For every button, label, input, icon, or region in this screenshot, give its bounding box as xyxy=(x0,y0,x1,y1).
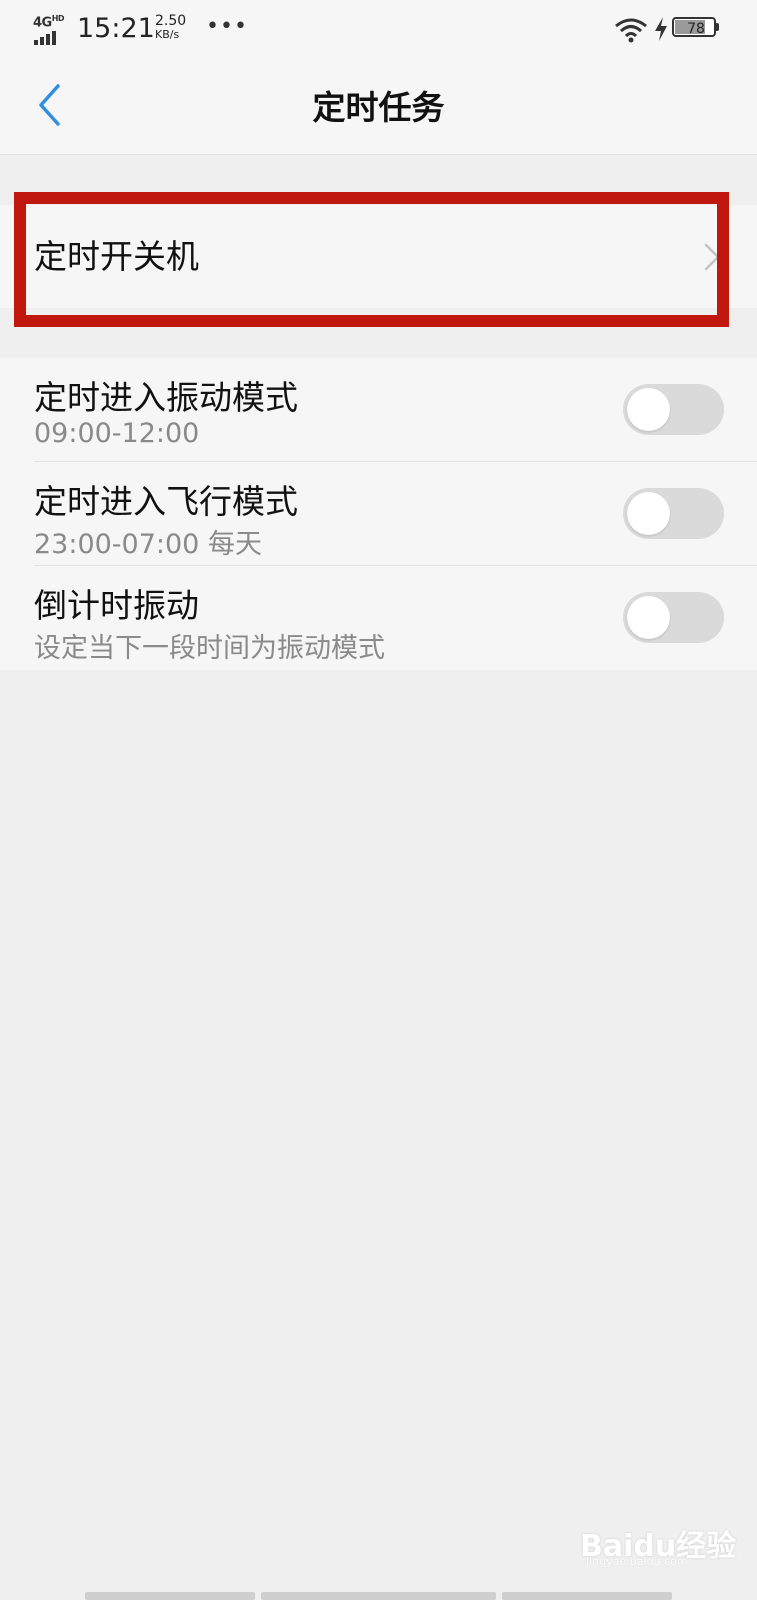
nav-bar: 定时任务 xyxy=(0,60,757,155)
toggle-knob xyxy=(627,492,670,535)
list-item-airplane-schedule[interactable]: 定时进入飞行模式 23:00-07:00 每天 xyxy=(0,462,757,566)
item-subtitle: 23:00-07:00 每天 xyxy=(34,529,262,560)
page-title: 定时任务 xyxy=(312,88,445,127)
baidu-watermark: Baidu经验 jingyan.baidu.com xyxy=(580,1515,740,1568)
list-item-countdown-vibrate[interactable]: 倒计时振动 设定当下一段时间为振动模式 xyxy=(0,566,757,670)
battery-icon: 78 xyxy=(672,17,720,39)
group-power-schedule: 定时开关机 xyxy=(0,205,757,308)
status-time: 15:21 xyxy=(77,13,155,44)
watermark-text: Baidu经验 xyxy=(580,1529,737,1564)
signal-icon: 4GHD xyxy=(33,14,69,45)
list-item-vibrate-schedule[interactable]: 定时进入振动模式 09:00-12:00 xyxy=(0,358,757,462)
group-toggles: 定时进入振动模式 09:00-12:00 定时进入飞行模式 23:00-07:0… xyxy=(0,358,757,670)
bottom-indicator xyxy=(0,1592,757,1600)
list-item-label: 定时开关机 xyxy=(34,237,199,276)
item-subtitle: 设定当下一段时间为振动模式 xyxy=(34,633,385,664)
item-title: 定时进入振动模式 xyxy=(34,378,298,417)
speed-unit: KB/s xyxy=(155,28,180,41)
item-title: 倒计时振动 xyxy=(34,586,199,625)
item-subtitle: 09:00-12:00 xyxy=(34,418,200,449)
network-sub: HD xyxy=(51,14,65,23)
charging-bolt-icon xyxy=(655,17,667,41)
toggle-knob xyxy=(627,388,670,431)
watermark-sub: jingyan.baidu.com xyxy=(586,1555,688,1568)
status-bar: 4GHD 15:21 2.50 KB/s ••• 78 xyxy=(0,0,757,60)
network-speed: 2.50 KB/s xyxy=(155,13,195,41)
toggle-knob xyxy=(627,596,670,639)
chevron-left-icon[interactable] xyxy=(28,80,78,130)
more-dots-icon: ••• xyxy=(206,14,248,39)
network-type: 4G xyxy=(33,15,52,31)
speed-value: 2.50 xyxy=(155,13,187,29)
wifi-icon xyxy=(615,18,647,43)
item-title: 定时进入飞行模式 xyxy=(34,482,298,521)
vibrate-schedule-toggle[interactable] xyxy=(623,384,724,435)
battery-level: 78 xyxy=(687,21,705,37)
chevron-right-icon xyxy=(704,243,720,271)
list-item-power-schedule[interactable]: 定时开关机 xyxy=(0,205,757,308)
countdown-vibrate-toggle[interactable] xyxy=(623,592,724,643)
airplane-schedule-toggle[interactable] xyxy=(623,488,724,539)
